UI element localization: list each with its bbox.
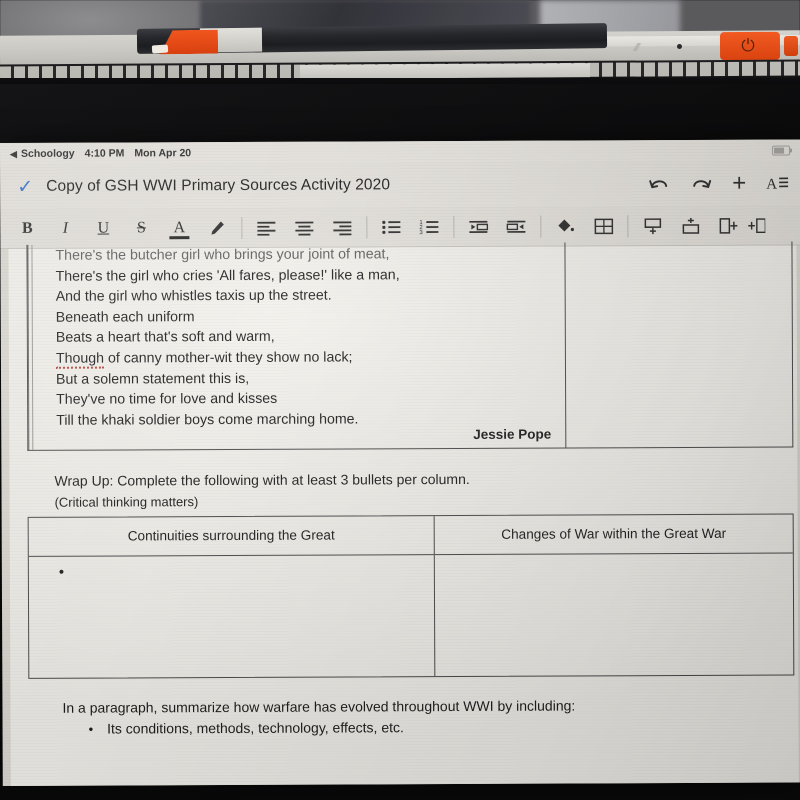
highlighter-pen-icon[interactable] <box>198 212 236 242</box>
poem-line: They've no time for love and kisses <box>56 390 278 408</box>
poem-line-misspelled: Though of canny mother-wit they show no … <box>55 347 565 370</box>
outdent-button[interactable] <box>459 211 497 241</box>
indent-button[interactable] <box>497 211 535 241</box>
spellcheck-word: Though <box>55 350 105 369</box>
undo-icon[interactable] <box>648 175 670 193</box>
bulleted-list-icon <box>382 220 401 234</box>
indent-icon <box>506 220 526 233</box>
device-microphone-hole <box>677 44 682 49</box>
poem-line: But a solemn statement this is, <box>55 370 250 388</box>
toolbar-divider <box>241 216 243 239</box>
poem-line: And the girl who whistles taxis up the s… <box>55 287 332 305</box>
undo-glyph <box>649 180 668 189</box>
wrap-up-main-text: Wrap Up: Complete the following with at … <box>54 470 470 489</box>
device-surface-mark <box>624 43 650 51</box>
page-title[interactable]: Copy of GSH WWI Primary Sources Activity… <box>46 176 390 196</box>
insert-column-left-icon <box>719 217 737 234</box>
insert-column-right-icon <box>748 217 766 233</box>
poem-line: There's the butcher girl who brings your… <box>55 246 390 264</box>
toolbar-divider <box>627 214 629 237</box>
status-indicators <box>772 145 791 156</box>
stylus-nib <box>151 44 169 54</box>
poem-table[interactable]: There's the butcher girl who brings your… <box>26 241 794 451</box>
paint-bucket-icon <box>558 219 574 232</box>
keyboard-spacebar <box>299 63 591 79</box>
title-bar: ✓ Copy of GSH WWI Primary Sources Activi… <box>0 161 800 209</box>
underline-button[interactable]: U <box>84 213 122 243</box>
text-color-button[interactable]: A <box>160 213 198 243</box>
device-side-tab <box>783 35 799 57</box>
poem-table-empty-cell[interactable] <box>565 242 792 448</box>
closing-prompt: In a paragraph, summarize how warfare ha… <box>62 697 576 716</box>
insert-row-below-icon <box>644 217 661 234</box>
numbered-list-button[interactable]: 1 2 3 <box>410 212 448 242</box>
bullet-point: • <box>58 563 65 581</box>
insert-icon[interactable]: + <box>732 170 746 197</box>
closing-bullet-item: • Its conditions, methods, technology, e… <box>89 719 404 736</box>
insert-row-above-icon <box>682 217 699 234</box>
fill-color-button[interactable] <box>546 211 584 241</box>
align-right-button[interactable] <box>323 212 361 242</box>
wrap-up-table[interactable]: Continuities surrounding the Great Chang… <box>27 513 795 679</box>
poem-line: Beneath each uniform <box>55 308 195 326</box>
document-page[interactable]: There's the butcher girl who brings your… <box>8 241 799 786</box>
title-bar-actions: + A <box>648 170 792 197</box>
power-icon: ⏻ <box>741 36 755 55</box>
poem-line-rest: of canny mother-wit they show no lack; <box>104 349 353 367</box>
table-header-cell: Continuities surrounding the Great <box>28 516 435 556</box>
numbered-list-icon: 1 2 3 <box>419 220 439 235</box>
table-icon <box>594 218 613 234</box>
wrap-up-sub-note: (Critical thinking matters) <box>54 494 199 510</box>
closing-bullet-text: Its conditions, methods, technology, eff… <box>107 719 404 737</box>
text-format-icon[interactable]: A <box>766 175 789 193</box>
italic-button[interactable]: I <box>46 213 84 243</box>
text-format-glyph: A <box>766 177 789 193</box>
bold-button[interactable]: B <box>8 213 46 243</box>
table-row[interactable]: • <box>28 553 794 678</box>
bulleted-list-button[interactable] <box>372 212 410 242</box>
align-left-icon <box>257 221 276 236</box>
outdent-icon <box>469 220 489 233</box>
table-header-cell: Changes of War within the Great War <box>501 526 727 543</box>
back-to-app-label[interactable]: Schoology <box>21 148 75 160</box>
align-left-button[interactable] <box>247 212 285 242</box>
toolbar-divider <box>366 215 368 238</box>
svg-text:3: 3 <box>419 230 423 235</box>
poem-author: Jessie Pope <box>473 426 552 442</box>
toolbar-divider <box>540 215 542 238</box>
svg-text:A: A <box>766 177 777 193</box>
table-cell-changes[interactable] <box>435 553 794 676</box>
poem-line: There's the girl who cries 'All fares, p… <box>55 266 400 285</box>
strikethrough-button[interactable]: S <box>122 213 160 243</box>
insert-column-right-button[interactable] <box>747 210 766 240</box>
bullet-point: • <box>88 721 94 737</box>
insert-row-above-button[interactable] <box>671 210 709 240</box>
highlighter-glyph <box>211 221 224 235</box>
table-header-row: Continuities surrounding the Great Chang… <box>28 514 793 557</box>
wrap-up-instructions: Wrap Up: Complete the following with at … <box>54 469 469 513</box>
status-date: Mon Apr 20 <box>134 147 192 160</box>
table-button[interactable] <box>584 211 622 241</box>
status-time: 4:10 PM <box>84 147 125 160</box>
saved-check-icon: ✓ <box>17 176 34 198</box>
poem-left-border <box>27 244 30 450</box>
insert-row-below-button[interactable] <box>633 211 671 241</box>
table-cell-continuities[interactable]: • <box>28 554 436 678</box>
poem-cell[interactable]: There's the butcher girl who brings your… <box>27 242 567 450</box>
align-right-icon <box>333 220 352 235</box>
redo-glyph <box>693 179 712 188</box>
poem-line: Beats a heart that's soft and warm, <box>55 329 275 347</box>
back-caret-icon[interactable]: ◀ <box>10 148 17 159</box>
redo-icon[interactable] <box>690 175 712 193</box>
align-center-icon <box>295 221 314 235</box>
insert-column-left-button[interactable] <box>709 210 747 240</box>
toolbar-divider <box>453 215 455 238</box>
poem-left-border-inner <box>31 244 34 450</box>
tablet-screen: ◀ Schoology 4:10 PM Mon Apr 20 ✓ Copy of… <box>0 139 800 786</box>
align-center-button[interactable] <box>285 212 323 242</box>
battery-icon <box>772 145 791 156</box>
